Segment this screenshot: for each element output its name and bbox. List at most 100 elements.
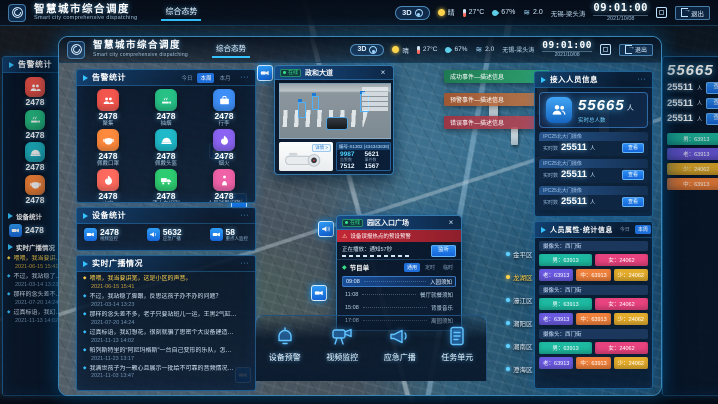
alarm-tile[interactable]: 2478 行李	[195, 89, 253, 127]
region-name: IPC25北大门摄像	[539, 186, 648, 195]
tab-overview[interactable]: 综合态势	[161, 4, 201, 21]
camera-marker[interactable]	[257, 65, 273, 81]
tab-today[interactable]: 今日	[178, 73, 195, 83]
gathering-icon	[97, 89, 119, 111]
video-feed[interactable]	[279, 83, 391, 139]
user-location: 无锡-梁头涛	[502, 45, 534, 54]
panel-menu-icon[interactable]: ···	[241, 260, 250, 267]
alarm-tile[interactable]: 2478	[25, 142, 45, 172]
toolbar-video-monitor[interactable]: 视频监控	[326, 324, 358, 363]
alarm-tile[interactable]: 2478	[25, 110, 45, 140]
broadcast-item[interactable]: 那样的念头差不多，老子只要站班儿一运，王黑2气缸… 2021-07-20 14:…	[7, 291, 63, 307]
view-button[interactable]: 查看	[622, 170, 644, 180]
camera-marker[interactable]	[311, 285, 327, 301]
region-card: IPC25北大门摄像 实时数 25511 人 查看	[539, 159, 648, 183]
fullscreen-button[interactable]	[600, 44, 611, 55]
tab-today[interactable]: 今日	[617, 225, 633, 234]
detection-box	[312, 96, 319, 110]
toolbar-device-alert[interactable]: 设备预警	[269, 324, 301, 363]
video-camera-icon	[330, 324, 354, 348]
district-item[interactable]: 澄海区	[506, 364, 533, 374]
alarm-tile[interactable]: 2478 佩戴口罩	[79, 129, 137, 167]
helmet-icon	[155, 129, 177, 151]
app-logo-icon	[8, 4, 26, 22]
district-item[interactable]: 金平区	[506, 249, 533, 259]
program-tab-timed[interactable]: 定时	[422, 263, 438, 272]
alarm-tile[interactable]: 2478 火灾	[79, 169, 137, 203]
alarm-label: 抽烟	[160, 122, 171, 128]
device-stat-broadcast[interactable]: 5632应急广播	[147, 228, 182, 242]
program-tab-temp[interactable]: 临时	[440, 263, 456, 272]
panel-arrow-icon	[9, 62, 14, 68]
broadcast-item[interactable]: 过真标语，我幻想花，很刻就骗了思密个大设备建造… 2021-11-13 14:0…	[7, 309, 63, 325]
exit-button[interactable]: 退出	[619, 44, 653, 56]
tab-overview[interactable]: 综合态势	[212, 41, 250, 58]
tab-week[interactable]: 本周	[197, 73, 214, 83]
device-stat-video[interactable]: 2478视频监控	[84, 228, 119, 242]
schedule-row[interactable]: 11:08餐厅就餐须知	[342, 289, 456, 300]
district-item[interactable]: 潮阳区	[506, 318, 533, 328]
total-people-label: 实时总人数	[578, 116, 634, 124]
alarm-count: 2478	[157, 112, 176, 121]
broadcast-item[interactable]: 不过，我站稳了脚跟，反思这孩子办不办的问题？2021-03-14 13:23	[83, 293, 249, 309]
panel-menu-icon[interactable]: ···	[638, 76, 647, 83]
district-item-active[interactable]: 龙湖区	[506, 272, 533, 282]
alarm-panel-title: 告警统计	[92, 72, 126, 83]
alarm-tile[interactable]: 2478 烟火	[195, 129, 253, 167]
broadcast-item[interactable]: 喂喂，我当要讲宽，这是小区的声音。2021-06-15 15:41	[83, 275, 249, 291]
close-icon[interactable]: ×	[378, 69, 388, 77]
tab-month[interactable]: 本月	[216, 73, 233, 83]
view-button[interactable]: 查看	[706, 82, 718, 94]
district-item[interactable]: 濠江区	[506, 295, 533, 305]
view-button[interactable]: 查看	[622, 143, 644, 153]
alarm-label: 佩戴头盔	[155, 162, 177, 168]
broadcast-item[interactable]: 喂喂，我当要讲宽，这是小区的声音。 2021-06-15 15:41	[7, 255, 63, 271]
broadcast-item[interactable]: 不过，我站稳了脚跟，反思这孩子办不办的问题？ 2021-03-14 13:23	[7, 273, 63, 289]
alarm-tile[interactable]: 2478 抽烟	[137, 89, 195, 127]
schedule-row[interactable]: 15:08背景音乐	[342, 302, 456, 313]
humidity-icon	[444, 45, 452, 53]
alarm-tile[interactable]: 2478 人员越界识别	[195, 169, 253, 203]
play-progress-bar[interactable]	[342, 255, 412, 257]
alarm-tile[interactable]: 2478 渣土车识别	[137, 169, 195, 203]
view-button[interactable]: 查看	[622, 197, 644, 207]
alarm-tile[interactable]: 2478 聚集	[79, 89, 137, 127]
view-button[interactable]: 查看	[706, 113, 718, 125]
toolbar-emergency-broadcast[interactable]: 应急广播	[384, 324, 416, 363]
mode-3d-toggle[interactable]: 3D	[395, 6, 430, 20]
mode-3d-toggle[interactable]: 3D	[350, 44, 384, 56]
view-button[interactable]: 查看	[706, 98, 718, 110]
program-tab-general[interactable]: 通用	[404, 263, 420, 272]
panel-menu-icon[interactable]: ···	[241, 74, 250, 81]
tab-week[interactable]: 本周	[635, 225, 651, 234]
listen-button[interactable]: 监听	[431, 245, 456, 257]
device-stat-keyperson[interactable]: 58重点人监控	[210, 228, 249, 242]
exit-button[interactable]: 退出	[675, 6, 710, 20]
camera-stat: 5621事件数	[365, 151, 388, 163]
region-name: IPC25北大门摄像	[539, 159, 648, 168]
attr-tag: 老：63913	[539, 313, 573, 325]
alarm-tile[interactable]: 2478 佩戴头盔	[137, 129, 195, 167]
close-icon[interactable]: ×	[446, 219, 456, 227]
toolbar-task-unit[interactable]: 任务单元	[441, 324, 473, 363]
speaker-marker[interactable]	[318, 221, 334, 237]
alarm-count: 2478	[26, 163, 45, 172]
broadcast-item[interactable]: 我满世孩子为一颗心且展示一批给不可靠的音频情况…2021-11-03 13:47	[83, 365, 249, 381]
broadcast-item[interactable]: 那样的念头差不多，老子只要站班儿一运，王黑2气缸…2021-07-20 14:2…	[83, 311, 249, 327]
people-info-panel: 接入人员信息 ··· 55665人 实时总人数 IPC25北大门摄像 实时数 2…	[534, 71, 653, 217]
alarm-tile[interactable]: 2478	[25, 77, 45, 107]
district-item[interactable]: 潮南区	[506, 341, 533, 351]
camera-stat: 9987告警数	[340, 151, 363, 163]
alarm-count: 2478	[26, 131, 45, 140]
person-crossing-icon	[213, 169, 235, 191]
time-display: 09:01:00	[593, 3, 648, 14]
weather-wind: ≋2.0	[475, 45, 494, 54]
attr-tag: 少：24062	[667, 163, 718, 175]
fullscreen-button[interactable]	[656, 7, 667, 18]
schedule-row[interactable]: 09:08入园须知	[342, 276, 456, 287]
alarm-tile[interactable]: 2478	[25, 175, 45, 205]
panel-menu-icon[interactable]: ···	[241, 212, 250, 219]
broadcast-item[interactable]: 帕列斯特里的“阿尼玛格斯”一台自己变形的乐队，怎…2021-11-23 13:1…	[83, 347, 249, 363]
cctv-icon	[210, 228, 223, 241]
broadcast-item[interactable]: 过真标语，我幻想花，很刻就骗了思密个大设备建造…2021-11-13 14:02	[83, 329, 249, 345]
